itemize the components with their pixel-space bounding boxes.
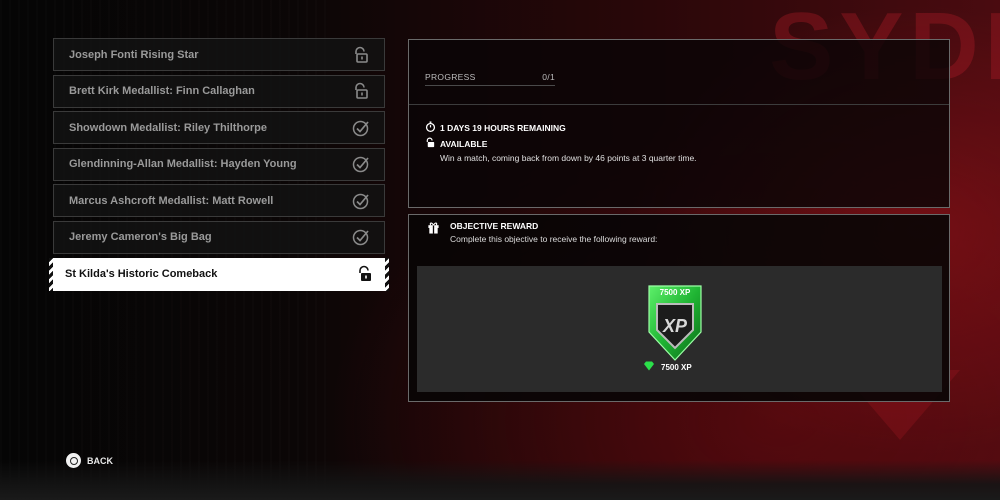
objective-label: Brett Kirk Medallist: Finn Callaghan bbox=[69, 85, 255, 98]
unlock-icon bbox=[352, 46, 370, 64]
objective-label: Joseph Fonti Rising Star bbox=[69, 48, 199, 61]
progress-row: PROGRESS 0/1 bbox=[425, 72, 555, 86]
time-remaining-text: 1 DAYS 19 HOURS REMAINING bbox=[440, 122, 566, 133]
objective-item[interactable]: Jeremy Cameron's Big Bag bbox=[53, 220, 385, 254]
reward-amount: 7500 XP bbox=[661, 362, 692, 372]
objective-item-selected[interactable]: St Kilda's Historic Comeback bbox=[49, 257, 389, 291]
badge-caption: 7500 XP bbox=[659, 288, 691, 297]
stopwatch-icon bbox=[425, 121, 436, 134]
time-remaining-row: 1 DAYS 19 HOURS REMAINING bbox=[425, 121, 566, 134]
objective-item[interactable]: Showdown Medallist: Riley Thilthorpe bbox=[53, 111, 385, 145]
check-circle-icon bbox=[352, 228, 370, 246]
check-circle-icon bbox=[352, 192, 370, 210]
objective-item[interactable]: Joseph Fonti Rising Star bbox=[53, 38, 385, 71]
unlock-icon bbox=[425, 137, 436, 150]
objective-item[interactable]: Brett Kirk Medallist: Finn Callaghan bbox=[53, 74, 385, 108]
xp-badge-logo: XP bbox=[662, 316, 688, 336]
reward-subtitle: Complete this objective to receive the f… bbox=[450, 234, 658, 244]
availability-text: AVAILABLE bbox=[440, 138, 488, 149]
objective-label: St Kilda's Historic Comeback bbox=[65, 268, 218, 281]
progress-label: PROGRESS bbox=[425, 72, 476, 82]
background-floor bbox=[0, 460, 1000, 500]
reward-header: OBJECTIVE REWARD Complete this objective… bbox=[427, 221, 657, 244]
objective-label: Glendinning-Allan Medallist: Hayden Youn… bbox=[69, 158, 297, 171]
objective-item[interactable]: Marcus Ashcroft Medallist: Matt Rowell bbox=[53, 184, 385, 218]
unlock-icon bbox=[356, 265, 374, 283]
gift-icon bbox=[427, 221, 440, 244]
detail-divider bbox=[409, 104, 949, 105]
objective-label: Marcus Ashcroft Medallist: Matt Rowell bbox=[69, 194, 274, 207]
check-circle-icon bbox=[352, 119, 370, 137]
objective-detail-panel: PROGRESS 0/1 1 DAYS 19 HOURS REMAINING A… bbox=[408, 39, 950, 208]
objective-item[interactable]: Glendinning-Allan Medallist: Hayden Youn… bbox=[53, 147, 385, 181]
gem-icon bbox=[643, 361, 655, 373]
objective-description: Win a match, coming back from down by 46… bbox=[440, 153, 697, 163]
reward-title: OBJECTIVE REWARD bbox=[450, 221, 539, 231]
check-circle-icon bbox=[352, 155, 370, 173]
unlock-icon bbox=[352, 82, 370, 100]
availability-row: AVAILABLE bbox=[425, 137, 487, 150]
circle-button-icon bbox=[66, 453, 81, 468]
progress-value: 0/1 bbox=[542, 72, 555, 82]
back-label: BACK bbox=[87, 455, 113, 466]
objective-reward-panel: OBJECTIVE REWARD Complete this objective… bbox=[408, 214, 950, 402]
objective-label: Showdown Medallist: Riley Thilthorpe bbox=[69, 121, 268, 134]
back-button[interactable]: BACK bbox=[66, 453, 113, 468]
xp-badge: XP 7500 XP bbox=[643, 280, 707, 364]
objective-label: Jeremy Cameron's Big Bag bbox=[69, 231, 212, 244]
reward-display[interactable]: XP 7500 XP 7500 XP bbox=[417, 266, 942, 392]
reward-amount-row: 7500 XP bbox=[643, 361, 692, 373]
objective-list: Joseph Fonti Rising Star Brett Kirk Meda… bbox=[49, 38, 389, 294]
